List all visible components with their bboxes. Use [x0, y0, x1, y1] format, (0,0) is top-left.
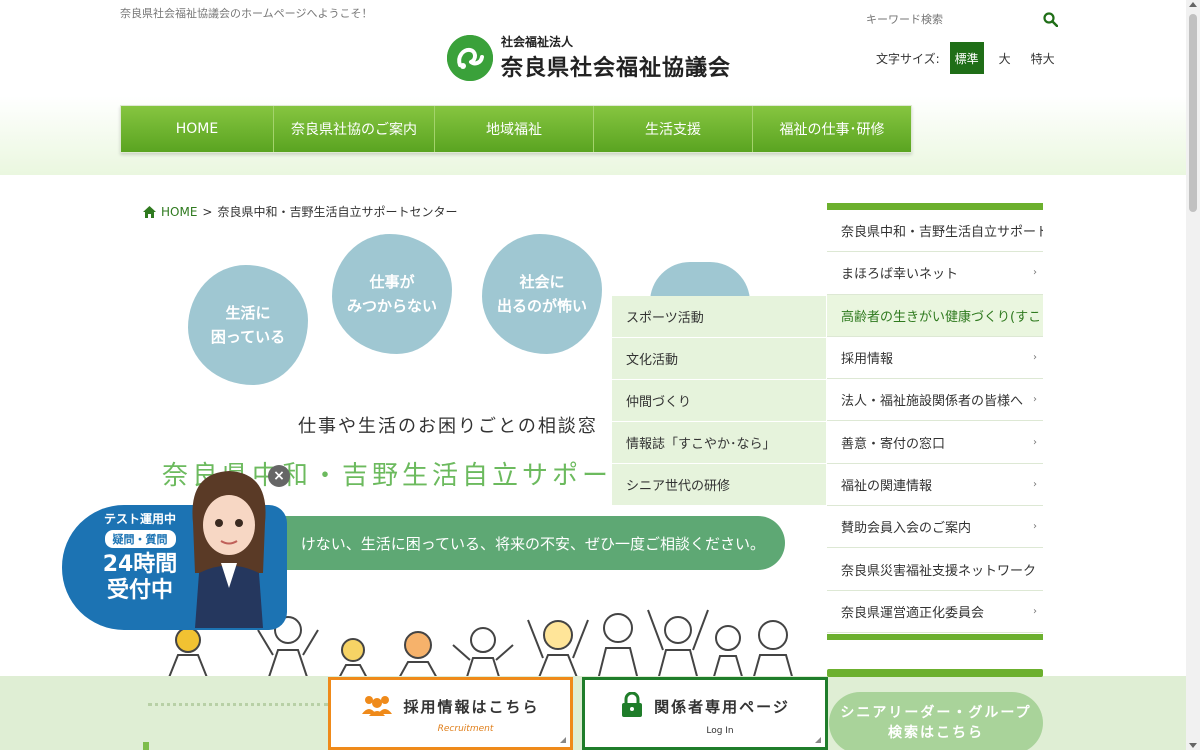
breadcrumb-separator: >	[202, 204, 213, 219]
nav-home[interactable]: HOME	[121, 106, 274, 152]
sidebar-item-label: 賛助会員入会のご案内	[841, 521, 972, 537]
nav-about[interactable]: 奈良県社協のご案内	[274, 106, 435, 152]
sidebar-item-recruitment[interactable]: 採用情報 ›	[827, 336, 1043, 380]
senior-search-button[interactable]: シニアリーダー・グループ 検索はこちら	[829, 692, 1043, 750]
font-size-standard-button[interactable]: 標準	[949, 42, 984, 74]
font-size-label: 文字サイズ:	[876, 51, 940, 66]
chat-widget-text[interactable]: テスト運用中 疑問・質問 24時間 受付中	[90, 508, 190, 604]
scroll-up-icon[interactable]	[1189, 2, 1197, 7]
footer-accent	[143, 742, 149, 750]
submenu-item-sports[interactable]: スポーツ活動	[612, 296, 826, 338]
hero-tagline: 仕事や生活のお困りごとの相談窓	[298, 416, 598, 437]
login-sub: Log In	[706, 725, 734, 736]
chevron-right-icon: ›	[1033, 478, 1037, 490]
chat-close-button[interactable]: ×	[268, 465, 290, 487]
sidebar-item-label: 奈良県運営適正化委員会	[841, 605, 985, 621]
recruitment-button[interactable]: 採用情報はこちら Recruitment	[328, 677, 573, 750]
sidebar-item-senior-health[interactable]: 高齢者の生きがい健康づくり(すこ	[827, 294, 1043, 337]
login-label: 関係者専用ページ	[654, 698, 790, 716]
logo-mark-icon	[447, 34, 493, 81]
chevron-right-icon: ›	[1033, 267, 1037, 279]
sidebar-item-mahoroba[interactable]: まほろば幸いネット ›	[827, 252, 1043, 295]
lock-icon	[620, 691, 644, 722]
sidebar-item-label: 採用情報	[841, 352, 894, 368]
chat-badge-test: テスト運用中	[103, 512, 176, 526]
sidebar-item-disaster-network[interactable]: 奈良県災害福祉支援ネットワーク	[827, 548, 1043, 591]
search-box	[866, 8, 1058, 30]
chat-open: 受付中	[106, 578, 173, 603]
chevron-right-icon: ›	[1033, 352, 1037, 364]
chat-badge-question: 疑問・質問	[104, 530, 176, 548]
senior-label-1: シニアリーダー・グループ	[840, 705, 1032, 721]
breadcrumb-current: 奈良県中和・吉野生活自立サポートセンター	[217, 205, 458, 219]
sidebar-item-label: 奈良県中和・吉野生活自立サポート	[841, 225, 1043, 241]
chevron-right-icon: ›	[1033, 436, 1037, 448]
submenu-item-senior-training[interactable]: シニア世代の研修	[612, 464, 826, 506]
sidebar-item-operations-committee[interactable]: 奈良県運営適正化委員会 ›	[827, 590, 1043, 633]
sidebar-item-label: 福祉の関連情報	[841, 478, 933, 494]
main-nav: HOME 奈良県社協のご案内 地域福祉 生活支援 福祉の仕事･研修	[120, 105, 912, 153]
sidebar-item-donation[interactable]: 善意・寄付の窓口 ›	[827, 421, 1043, 464]
sidebar-item-label: 高齢者の生きがい健康づくり(すこ	[841, 309, 1042, 325]
breadcrumb: HOME > 奈良県中和・吉野生活自立サポートセンター	[143, 203, 457, 220]
corner-marker	[815, 737, 821, 743]
concern-bubble: 生活に 困っている	[188, 265, 308, 385]
recruitment-label: 採用情報はこちら	[403, 698, 540, 716]
submenu-item-magazine[interactable]: 情報誌「すこやか･なら」	[612, 422, 826, 464]
submenu-item-culture[interactable]: 文化活動	[612, 338, 826, 380]
welcome-text: 奈良県社会福祉協議会のホームページへようこそ！	[120, 7, 373, 20]
logo-title: 奈良県社会福祉協議会	[501, 56, 732, 81]
sidebar-item-label: 奈良県災害福祉支援ネットワーク	[841, 563, 1037, 579]
bubble-line: みつからない	[346, 297, 437, 315]
nav-life-support[interactable]: 生活支援	[594, 106, 753, 152]
chat-avatar[interactable]	[183, 463, 275, 628]
consultation-banner: けない、生活に困っている、将来の不安、ぜひ一度ご相談ください。	[238, 516, 785, 570]
sidebar-item-support-center[interactable]: 奈良県中和・吉野生活自立サポート	[827, 210, 1043, 253]
chevron-right-icon: ›	[1033, 521, 1037, 533]
bubble-line: 仕事が	[369, 273, 415, 291]
site-logo[interactable]: 社会福祉法人 奈良県社会福祉協議会	[447, 33, 731, 82]
chevron-right-icon: ›	[1033, 394, 1037, 406]
senior-label-2: 検索はこちら	[887, 725, 984, 741]
people-icon	[361, 694, 393, 720]
sidebar-item-related-info[interactable]: 福祉の関連情報 ›	[827, 463, 1043, 507]
login-button[interactable]: 関係者専用ページ Log In	[582, 677, 828, 750]
nav-community-welfare[interactable]: 地域福祉	[435, 106, 594, 152]
breadcrumb-home-link[interactable]: HOME	[161, 205, 197, 219]
sidebar-item-membership[interactable]: 賛助会員入会のご案内 ›	[827, 506, 1043, 549]
sidebar-submenu: スポーツ活動 文化活動 仲間づくり 情報誌「すこやか･なら」 シニア世代の研修	[612, 296, 826, 506]
chat-hours: 24時間	[102, 552, 178, 577]
sidebar-item-corporations[interactable]: 法人・福祉施設関係者の皆様へ ›	[827, 379, 1043, 422]
chevron-right-icon: ›	[1033, 605, 1037, 617]
search-icon[interactable]	[1042, 11, 1058, 27]
sidebar-item-label: まほろば幸いネット	[841, 267, 959, 283]
recruitment-sub: Recruitment	[437, 723, 494, 734]
bubble-line: 生活に	[225, 304, 271, 322]
sidebar-item-label: 善意・寄付の窓口	[841, 436, 946, 452]
sidebar-menu: 奈良県中和・吉野生活自立サポート まほろば幸いネット › 高齢者の生きがい健康づく…	[827, 203, 1043, 640]
font-size-xlarge-button[interactable]: 特大	[1025, 42, 1060, 74]
font-size-large-button[interactable]: 大	[987, 42, 1022, 74]
bubble-line: 困っている	[210, 328, 286, 346]
font-size-switcher: 文字サイズ: 標準 大 特大	[876, 42, 1060, 74]
bubble-line: 出るのが怖い	[496, 297, 587, 315]
scrollbar-thumb[interactable]	[1189, 14, 1197, 212]
sidebar-bottom-bar	[827, 669, 1043, 677]
nav-welfare-jobs[interactable]: 福祉の仕事･研修	[753, 106, 911, 152]
concern-bubble: 仕事が みつからない	[332, 234, 452, 354]
bubble-line: 社会に	[519, 273, 565, 291]
corner-marker	[560, 737, 566, 743]
scroll-down-icon[interactable]	[1189, 743, 1197, 748]
page-scrollbar[interactable]	[1186, 0, 1200, 750]
home-icon	[143, 205, 156, 218]
sidebar-item-label: 法人・福祉施設関係者の皆様へ	[841, 394, 1024, 410]
submenu-item-friends[interactable]: 仲間づくり	[612, 380, 826, 422]
search-input[interactable]	[866, 12, 1016, 26]
dotted-divider	[148, 703, 328, 706]
logo-subtitle: 社会福祉法人	[501, 35, 574, 49]
concern-bubble: 社会に 出るのが怖い	[482, 234, 602, 354]
